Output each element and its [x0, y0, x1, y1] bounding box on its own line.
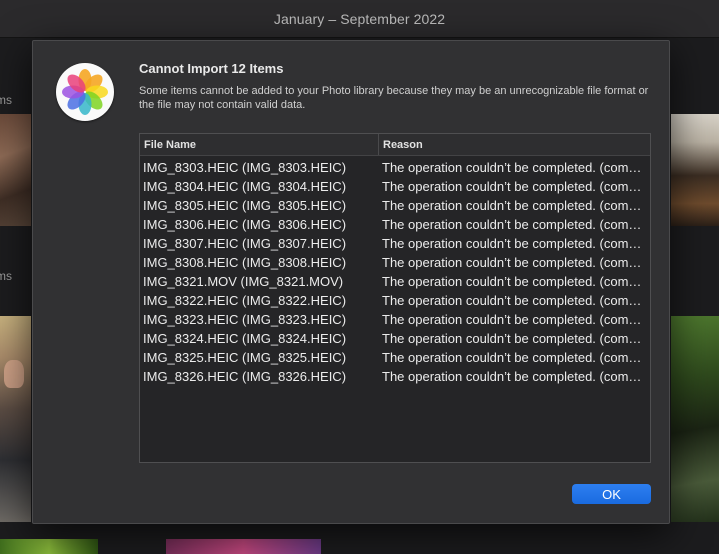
reason-cell: The operation couldn’t be completed. (co… — [382, 236, 650, 251]
photos-app-icon — [56, 63, 114, 121]
reason-cell: The operation couldn’t be completed. (co… — [382, 331, 650, 346]
reason-cell: The operation couldn’t be completed. (co… — [382, 369, 650, 384]
file-name-cell: IMG_8322.HEIC (IMG_8322.HEIC) — [143, 293, 347, 308]
reason-cell: The operation couldn’t be completed. (co… — [382, 160, 650, 175]
import-error-dialog: Cannot Import 12 Items Some items cannot… — [32, 40, 670, 524]
file-name-cell: IMG_8323.HEIC (IMG_8323.HEIC) — [143, 312, 347, 327]
table-row[interactable]: IMG_8324.HEIC (IMG_8324.HEIC) The operat… — [140, 329, 650, 348]
section-label: ms — [0, 269, 12, 283]
table-row[interactable]: IMG_8323.HEIC (IMG_8323.HEIC) The operat… — [140, 310, 650, 329]
photo-thumbnail[interactable] — [0, 114, 31, 226]
file-name-cell: IMG_8307.HEIC (IMG_8307.HEIC) — [143, 236, 347, 251]
photo-thumbnail[interactable] — [0, 539, 98, 554]
photo-thumbnail[interactable] — [671, 316, 719, 522]
table-row[interactable]: IMG_8306.HEIC (IMG_8306.HEIC) The operat… — [140, 215, 650, 234]
file-name-cell: IMG_8304.HEIC (IMG_8304.HEIC) — [143, 179, 347, 194]
column-header-file-name[interactable]: File Name — [140, 134, 379, 155]
photo-thumbnail[interactable] — [671, 114, 719, 226]
reason-cell: The operation couldn’t be completed. (co… — [382, 350, 650, 365]
photo-thumbnail[interactable] — [0, 316, 31, 522]
window-title: January – September 2022 — [273, 10, 446, 27]
table-row[interactable]: IMG_8304.HEIC (IMG_8304.HEIC) The operat… — [140, 177, 650, 196]
file-name-cell: IMG_8303.HEIC (IMG_8303.HEIC) — [143, 160, 347, 175]
table-row[interactable]: IMG_8326.HEIC (IMG_8326.HEIC) The operat… — [140, 367, 650, 386]
file-name-cell: IMG_8321.MOV (IMG_8321.MOV) — [143, 274, 344, 289]
table-row[interactable]: IMG_8307.HEIC (IMG_8307.HEIC) The operat… — [140, 234, 650, 253]
table-body: IMG_8303.HEIC (IMG_8303.HEIC) The operat… — [140, 156, 650, 386]
table-row[interactable]: IMG_8322.HEIC (IMG_8322.HEIC) The operat… — [140, 291, 650, 310]
reason-cell: The operation couldn’t be completed. (co… — [382, 312, 650, 327]
ok-button[interactable]: OK — [572, 484, 651, 504]
reason-cell: The operation couldn’t be completed. (co… — [382, 274, 650, 289]
file-name-cell: IMG_8308.HEIC (IMG_8308.HEIC) — [143, 255, 347, 270]
reason-cell: The operation couldn’t be completed. (co… — [382, 198, 650, 213]
failed-items-table[interactable]: File Name Reason IMG_8303.HEIC (IMG_8303… — [139, 133, 651, 463]
column-header-reason[interactable]: Reason — [379, 134, 650, 155]
table-header: File Name Reason — [140, 134, 650, 156]
photo-thumbnail[interactable] — [166, 539, 321, 554]
window-titlebar: January – September 2022 — [0, 0, 719, 38]
file-name-cell: IMG_8306.HEIC (IMG_8306.HEIC) — [143, 217, 347, 232]
table-row[interactable]: IMG_8321.MOV (IMG_8321.MOV) The operatio… — [140, 272, 650, 291]
reason-cell: The operation couldn’t be completed. (co… — [382, 293, 650, 308]
reason-cell: The operation couldn’t be completed. (co… — [382, 217, 650, 232]
file-name-cell: IMG_8326.HEIC (IMG_8326.HEIC) — [143, 369, 347, 384]
table-row[interactable]: IMG_8303.HEIC (IMG_8303.HEIC) The operat… — [140, 158, 650, 177]
file-name-cell: IMG_8305.HEIC (IMG_8305.HEIC) — [143, 198, 347, 213]
dialog-message: Some items cannot be added to your Photo… — [139, 85, 649, 111]
reason-cell: The operation couldn’t be completed. (co… — [382, 179, 650, 194]
file-name-cell: IMG_8324.HEIC (IMG_8324.HEIC) — [143, 331, 347, 346]
table-row[interactable]: IMG_8325.HEIC (IMG_8325.HEIC) The operat… — [140, 348, 650, 367]
section-label: ms — [0, 93, 12, 107]
dialog-title: Cannot Import 12 Items — [139, 61, 284, 76]
reason-cell: The operation couldn’t be completed. (co… — [382, 255, 650, 270]
table-row[interactable]: IMG_8305.HEIC (IMG_8305.HEIC) The operat… — [140, 196, 650, 215]
table-row[interactable]: IMG_8308.HEIC (IMG_8308.HEIC) The operat… — [140, 253, 650, 272]
file-name-cell: IMG_8325.HEIC (IMG_8325.HEIC) — [143, 350, 347, 365]
